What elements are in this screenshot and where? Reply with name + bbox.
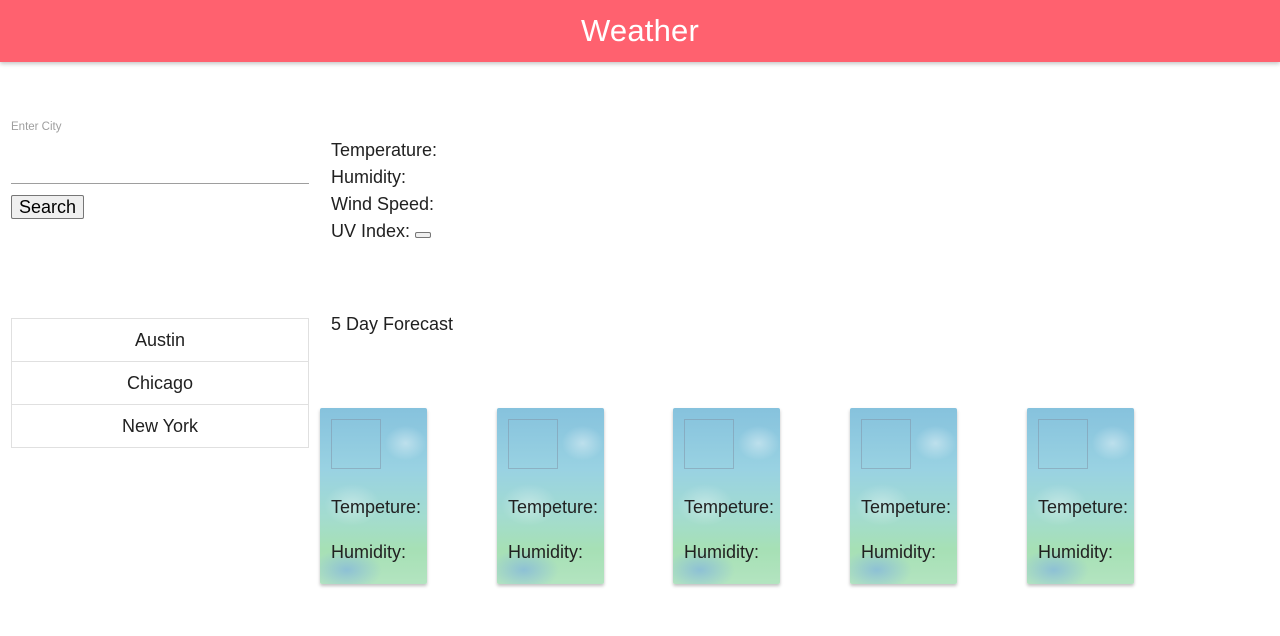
forecast-humidity: Humidity: [331,542,407,562]
weather-icon [1038,419,1088,469]
uv-index-label: UV Index: [331,221,411,241]
weather-icon [861,419,911,469]
weather-icon [684,419,734,469]
forecast-humidity: Humidity: [684,542,760,562]
forecast-temperature: Tempeture: [508,497,599,517]
history-item-chicago[interactable]: Chicago [12,362,308,405]
wind-speed-row: Wind Speed: [331,191,437,218]
forecast-card: Tempeture: Humidity: [850,408,957,584]
page-title: Weather [581,13,699,48]
forecast-temperature: Tempeture: [861,497,952,517]
city-history-list: Austin Chicago New York [11,318,309,448]
forecast-temperature: Tempeture: [684,497,775,517]
current-weather: Temperature: Humidity: Wind Speed: UV In… [331,137,437,245]
navbar: Weather [0,0,1280,62]
forecast-card: Tempeture: Humidity: [673,408,780,584]
forecast-card: Tempeture: Humidity: [1027,408,1134,584]
search-button[interactable]: Search [11,195,84,219]
forecast-temperature: Tempeture: [331,497,422,517]
forecast-humidity: Humidity: [861,542,937,562]
forecast-humidity: Humidity: [508,542,584,562]
history-item-new-york[interactable]: New York [12,405,308,447]
forecast-card: Tempeture: Humidity: [320,408,427,584]
forecast-temperature: Tempeture: [1038,497,1129,517]
uv-index-row: UV Index: [331,218,437,245]
temperature-row: Temperature: [331,137,437,164]
history-item-austin[interactable]: Austin [12,319,308,362]
weather-icon [331,419,381,469]
city-input-label: Enter City [11,121,62,133]
temperature-label: Temperature: [331,140,438,160]
humidity-row: Humidity: [331,164,437,191]
wind-speed-label: Wind Speed: [331,194,435,214]
humidity-label: Humidity: [331,167,407,187]
weather-icon [508,419,558,469]
forecast-humidity: Humidity: [1038,542,1114,562]
forecast-title: 5 Day Forecast [331,314,454,334]
forecast-card: Tempeture: Humidity: [497,408,604,584]
uv-index-badge [415,231,432,238]
city-input[interactable] [11,146,309,184]
